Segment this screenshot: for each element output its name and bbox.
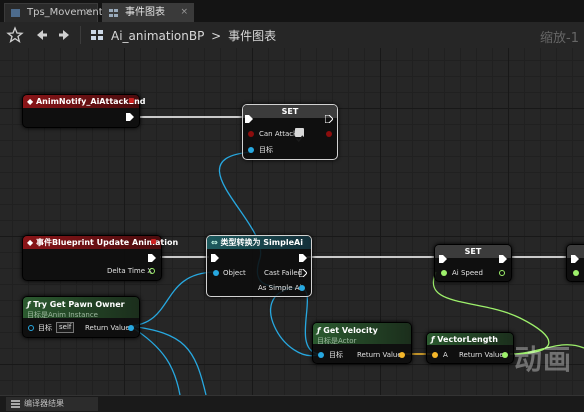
zoom-level: 缩放-1 (540, 31, 579, 46)
can-attack-checkbox[interactable] (295, 128, 304, 143)
node-title: SET (243, 105, 337, 118)
watermark-text: 动画 (514, 343, 573, 376)
exec-in-pin[interactable] (245, 115, 253, 123)
pin-label-return-value: Return Value (459, 351, 504, 359)
node-title: Try Get Pawn Owner (33, 300, 125, 309)
graph-toolbar: Ai_animationBP > 事件图表 缩放-1 (0, 22, 584, 49)
pin-label-ai-speed: Ai Speed (452, 269, 483, 277)
node-set-ai-speed[interactable]: SET Ai Speed (434, 244, 512, 282)
node-anim-notify-attack-end[interactable]: ◆ AnimNotify_AiAttackEnd (22, 94, 146, 128)
function-icon: ƒ (431, 335, 435, 344)
target-in-pin[interactable] (248, 147, 254, 153)
pin-label-as-simple-ai: As Simple Ai (258, 284, 302, 292)
tab-event-graph[interactable]: 事件图表 × (102, 3, 194, 22)
node-title: VectorLength (437, 335, 498, 344)
close-icon[interactable]: × (180, 4, 188, 21)
breadcrumb-root[interactable]: Ai_animationBP (111, 29, 204, 43)
float-in-pin[interactable] (573, 270, 579, 276)
exec-in-pin[interactable] (211, 254, 219, 262)
bool-in-pin[interactable] (248, 131, 254, 137)
delegate-pin[interactable] (129, 98, 134, 103)
float-out-pin[interactable] (499, 270, 505, 276)
bool-out-pin[interactable] (326, 131, 332, 137)
node-subtitle: 目标是Actor (317, 337, 357, 345)
breadcrumb: Ai_animationBP > 事件图表 (111, 27, 276, 44)
vector-out-pin[interactable] (399, 352, 405, 358)
pin-label-object: Object (223, 269, 246, 277)
forward-arrow-icon[interactable] (56, 26, 74, 44)
exec-in-pin[interactable] (439, 255, 447, 263)
exec-out-pin[interactable] (126, 113, 134, 121)
event-diamond-icon: ◆ (27, 97, 34, 106)
delegate-pin[interactable] (151, 239, 156, 244)
exec-in-pin[interactable] (571, 255, 579, 263)
exec-out-pin[interactable] (499, 255, 507, 263)
cast-icon: ⇔ (211, 238, 218, 247)
target-in-pin[interactable] (28, 325, 34, 331)
exec-out-pin[interactable] (148, 254, 156, 262)
function-icon: ƒ (27, 300, 31, 309)
function-icon: ƒ (317, 326, 321, 335)
float-out-pin[interactable] (502, 352, 508, 358)
breadcrumb-separator: > (211, 29, 222, 43)
node-get-velocity[interactable]: ƒ Get Velocity 目标是Actor 目标 Return Value (312, 322, 412, 364)
status-bar: 编译器结果 (0, 395, 584, 412)
node-blueprint-update-animation[interactable]: ◆ 事件Blueprint Update Animation Delta Tim… (22, 235, 178, 281)
star-icon[interactable] (6, 26, 24, 44)
object-in-pin[interactable] (213, 270, 219, 276)
node-cast-to-simple-ai[interactable]: ⇔ 类型转换为 SimpleAi Object Cast Failed As S… (206, 235, 312, 297)
object-out-pin[interactable] (299, 285, 305, 291)
pin-label-cast-failed: Cast Failed (264, 269, 303, 277)
exec-out-pin[interactable] (325, 115, 333, 123)
graph-canvas[interactable]: ◆ AnimNotify_AiAttackEnd SET Can Attack … (0, 48, 584, 395)
compiler-results-tab[interactable]: 编译器结果 (6, 397, 98, 411)
pin-label-target: 目标 (259, 146, 273, 154)
tab-label: 事件图表 (125, 7, 165, 18)
document-tab-bar: Tps_Movement × 事件图表 × (0, 0, 584, 22)
exec-out-pin[interactable] (299, 269, 307, 277)
self-default-value[interactable]: self (56, 322, 75, 333)
node-try-get-pawn-owner[interactable]: ƒ Try Get Pawn Owner 目标是Anim Instance 目标… (22, 296, 140, 338)
object-out-pin[interactable] (128, 325, 134, 331)
breadcrumb-current: 事件图表 (228, 29, 277, 43)
target-in-pin[interactable] (318, 352, 324, 358)
list-icon (11, 400, 20, 408)
blueprint-icon (11, 9, 20, 17)
vector-in-pin[interactable] (432, 352, 438, 358)
checkmark-icon (295, 135, 304, 143)
node-subtitle: 目标是Anim Instance (27, 311, 98, 319)
float-in-pin[interactable] (441, 270, 447, 276)
close-icon[interactable]: × (84, 4, 92, 21)
node-title: 类型转换为 SimpleAi (220, 238, 303, 247)
node-title: Get Velocity (323, 326, 378, 335)
back-arrow-icon[interactable] (32, 26, 50, 44)
node-title: 事件Blueprint Update Animation (35, 238, 179, 247)
pin-label-can-attack: Can Attack (259, 130, 298, 138)
node-offscreen-partial[interactable] (566, 244, 584, 282)
pin-label-a: A (443, 351, 448, 359)
node-set-can-attack[interactable]: SET Can Attack 目标 (242, 104, 338, 160)
exec-out-pin[interactable] (299, 254, 307, 262)
tab-tps-movement[interactable]: Tps_Movement × (4, 3, 103, 22)
pin-label-return-value: Return Value (357, 351, 402, 359)
pin-label-target: 目标 (38, 324, 52, 332)
node-vector-length[interactable]: ƒ VectorLength A Return Value (426, 332, 514, 364)
pin-label-return-value: Return Value (85, 324, 130, 332)
graph-icon (91, 30, 103, 40)
graph-icon (109, 9, 118, 17)
pin-label-target: 目标 (329, 351, 343, 359)
pin-label-delta-time: Delta Time X (107, 267, 153, 275)
event-diamond-icon: ◆ (27, 238, 34, 247)
compiler-results-label: 编译器结果 (24, 399, 64, 408)
float-out-pin[interactable] (149, 268, 155, 274)
